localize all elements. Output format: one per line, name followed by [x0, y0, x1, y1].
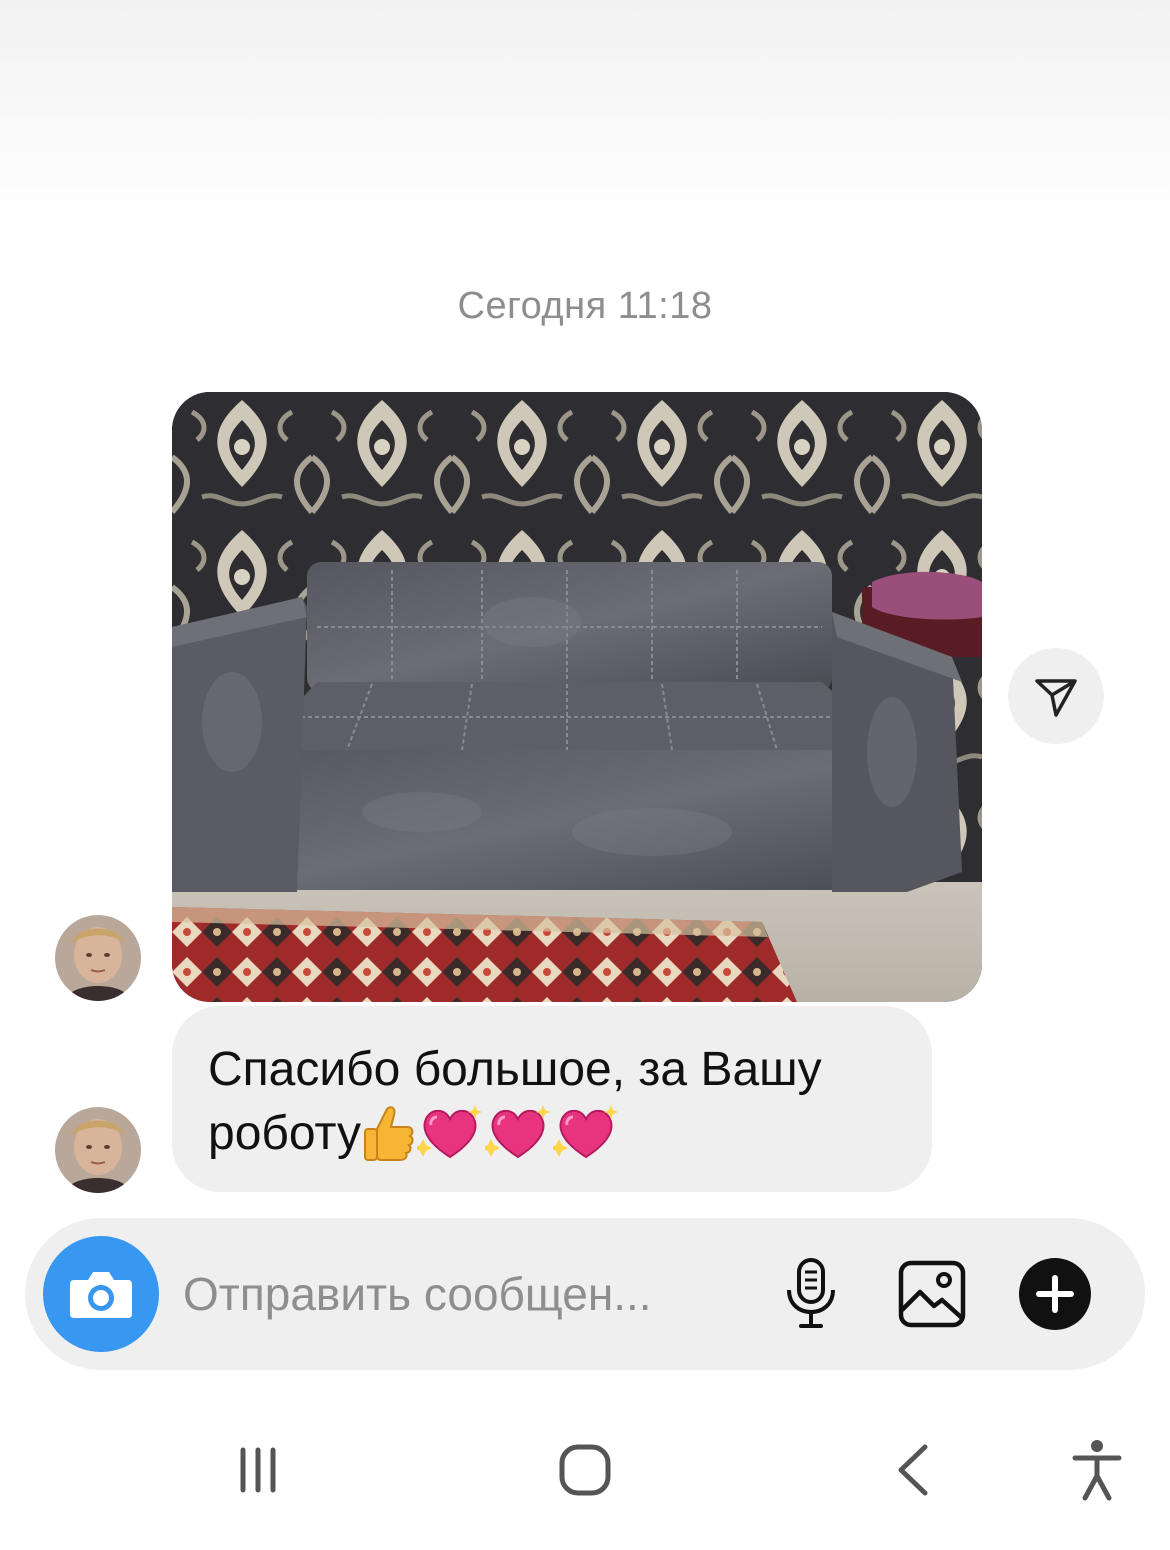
paper-plane-icon: [1035, 679, 1077, 717]
voice-message-button[interactable]: [771, 1254, 851, 1334]
message-composer: [25, 1218, 1145, 1370]
system-nav-bar: [0, 1400, 1170, 1550]
sofa-photo: [172, 392, 982, 1002]
home-button[interactable]: [540, 1430, 630, 1510]
plus-circle-icon: [1019, 1258, 1091, 1330]
sender-avatar[interactable]: [55, 1107, 141, 1193]
avatar-photo: [55, 915, 141, 1001]
chat-screen: Сегодня 11:18 Спасибо большое, за Вашу р…: [0, 0, 1170, 1550]
message-input[interactable]: [183, 1264, 743, 1324]
recents-icon: [240, 1447, 276, 1493]
back-button[interactable]: [868, 1430, 958, 1510]
home-icon: [559, 1444, 611, 1496]
gallery-button[interactable]: [892, 1254, 972, 1334]
sparkling-heart-emoji: [553, 1105, 619, 1159]
share-button[interactable]: [1008, 648, 1104, 744]
more-button[interactable]: [1015, 1254, 1095, 1334]
sender-avatar[interactable]: [55, 915, 141, 1001]
sparkling-heart-emoji: [485, 1105, 551, 1159]
avatar-photo: [55, 1107, 141, 1193]
thumbs-up-emoji: [364, 1106, 414, 1162]
text-message-bubble[interactable]: Спасибо большое, за Вашу роботу: [172, 1006, 932, 1192]
gallery-icon: [898, 1260, 966, 1328]
accessibility-icon: [1072, 1440, 1122, 1501]
microphone-icon: [787, 1258, 835, 1328]
accessibility-button[interactable]: [1052, 1430, 1142, 1510]
camera-icon: [70, 1272, 132, 1318]
sparkling-heart-emoji: [417, 1105, 483, 1159]
back-icon: [898, 1444, 928, 1496]
message-timestamp: Сегодня 11:18: [457, 285, 713, 327]
emoji-group: [363, 1103, 621, 1162]
camera-button[interactable]: [43, 1236, 159, 1352]
photo-message[interactable]: [172, 392, 982, 1002]
recents-button[interactable]: [213, 1430, 303, 1510]
